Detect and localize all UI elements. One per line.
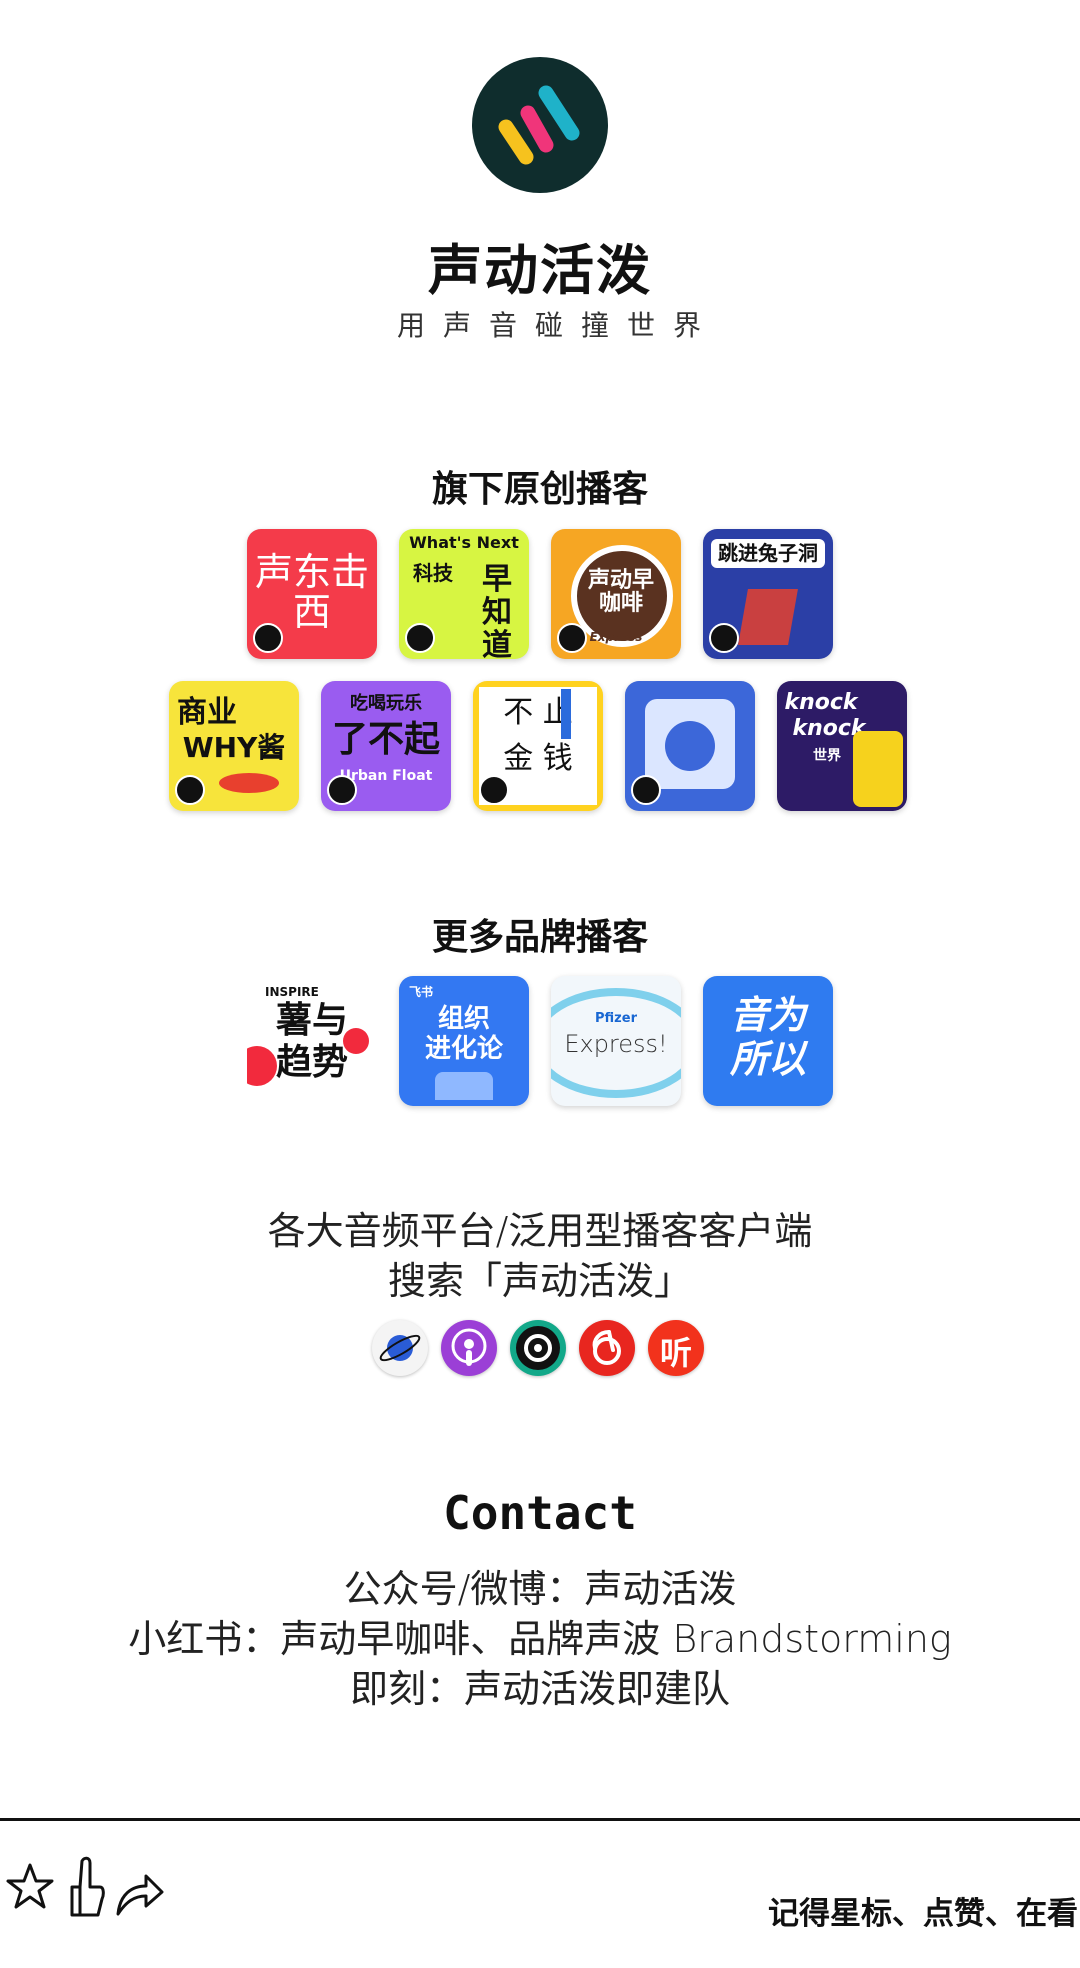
tile-label-top: 吃喝玩乐 (350, 693, 422, 714)
star-icon[interactable] (4, 1855, 56, 1915)
brand-badge-icon (631, 775, 661, 805)
brand-badge-icon (479, 775, 509, 805)
brand-badge-icon (709, 623, 739, 653)
accent-bar (561, 689, 571, 739)
brand-logo (472, 57, 608, 193)
tile-label-top: What's Next (409, 533, 519, 552)
tile-label-bottom: 进化论 (424, 1034, 503, 1064)
podcast-tile-knockknock[interactable]: knock knock 世界 (777, 681, 907, 811)
tile-label-bottom: 早知道 (482, 562, 512, 659)
netease-music-icon[interactable] (579, 1320, 635, 1376)
tile-label-top: 飞书 (409, 985, 434, 999)
contact-line-1: 公众号/微博：声动活泼 (343, 1567, 737, 1611)
podcast-tile-zuzhijinhualun[interactable]: 飞书 组织 进化论 (399, 976, 529, 1106)
tile-label-bottom: 趋势 (275, 1042, 348, 1083)
tile-label: 声东击西 (254, 550, 369, 634)
tile-label-top: 不 止 (503, 695, 573, 730)
tile-label-bottom: 世界 (813, 748, 841, 764)
tile-label-top: 商业 (177, 695, 237, 730)
original-podcasts-title: 旗下原创播客 (431, 469, 648, 510)
podcast-tile-illustration[interactable] (625, 681, 755, 811)
xiaoyuzhou-icon[interactable] (372, 1320, 428, 1376)
tile-label: 跳进兔子洞 (711, 539, 825, 568)
share-icon[interactable] (112, 1870, 166, 1924)
contact-line-3: 即刻：声动活泼即建队 (349, 1667, 730, 1711)
ting-icon[interactable]: 听 (648, 1320, 704, 1376)
lips-illustration (219, 773, 279, 793)
tile-label-top: knock (784, 690, 858, 715)
footer-reminder: 记得星标、点赞、在看 (768, 1896, 1078, 1932)
tile-label: 声动早咖啡 (587, 568, 654, 617)
tile-label-top: INSPIRE (265, 985, 319, 999)
tile-label-top: Pfizer (595, 1011, 637, 1026)
platforms-line-1: 各大音频平台/泛用型播客客户端 (267, 1209, 813, 1253)
fist-illustration (853, 731, 903, 807)
apple-podcasts-icon[interactable] (441, 1320, 497, 1376)
podcast-tile-pfizer-express[interactable]: Pfizer Express! (551, 976, 681, 1106)
house-illustration (738, 589, 798, 645)
podcast-tile-zaokafei[interactable]: 声动早咖啡 Express (551, 529, 681, 659)
tile-label-bottom: 金 钱 (503, 741, 573, 776)
brand-badge-icon (253, 623, 283, 653)
podcast-tile-kejizaozhidao[interactable]: What's Next 科技 早知道 (399, 529, 529, 659)
brand-badge-icon (557, 623, 587, 653)
ting-icon-label: 听 (659, 1334, 692, 1372)
contact-line-2: 小红书：声动早咖啡、品牌声波 Brandstorming (128, 1617, 952, 1661)
podcast-tile-tiaojintuzidong[interactable]: 跳进兔子洞 (703, 529, 833, 659)
podcast-tile-buzhijinqian[interactable]: 不 止 金 钱 (473, 681, 603, 811)
tile-label-bottom: WHY酱 (182, 731, 286, 764)
podcast-tile-shengdongjixi[interactable]: 声东击西 (247, 529, 377, 659)
footer-divider (0, 1818, 1080, 1821)
stage-illustration (435, 1072, 493, 1100)
brand-slogan: 用声音碰撞世界 (396, 309, 719, 342)
brand-name: 声动活泼 (428, 239, 652, 302)
podcast-tile-shangyewhyjiang[interactable]: 商业 WHY酱 (169, 681, 299, 811)
podcast-tile-yinweisuoyi[interactable]: 音为 所以 (703, 976, 833, 1106)
tile-label-mid: 薯与 (275, 1000, 348, 1041)
tile-label-bottom: 所以 (729, 1037, 806, 1081)
tile-label-mid: 科技 (413, 561, 453, 585)
tile-label-bottom: Express! (564, 1030, 668, 1058)
tile-label-mid: 了不起 (331, 719, 440, 760)
contact-title: Contact (443, 1486, 637, 1540)
brand-badge-icon (327, 775, 357, 805)
brand-badge-icon (175, 775, 205, 805)
tile-label-top: 音为 (729, 993, 806, 1037)
illustration-figure (665, 721, 715, 771)
thumbs-up-icon[interactable] (62, 1855, 108, 1927)
platforms-line-2: 搜索「声动活泼」 (387, 1259, 692, 1303)
brand-podcasts-title: 更多品牌播客 (431, 917, 648, 958)
podcast-tile-shuyuqushi[interactable]: INSPIRE 薯与 趋势 (247, 976, 377, 1106)
pocketcasts-icon[interactable] (510, 1320, 566, 1376)
tile-label-mid: 组织 (437, 1004, 490, 1034)
brand-badge-icon (405, 623, 435, 653)
podcast-tile-urbanfloat[interactable]: 吃喝玩乐 了不起 Urban Float (321, 681, 451, 811)
